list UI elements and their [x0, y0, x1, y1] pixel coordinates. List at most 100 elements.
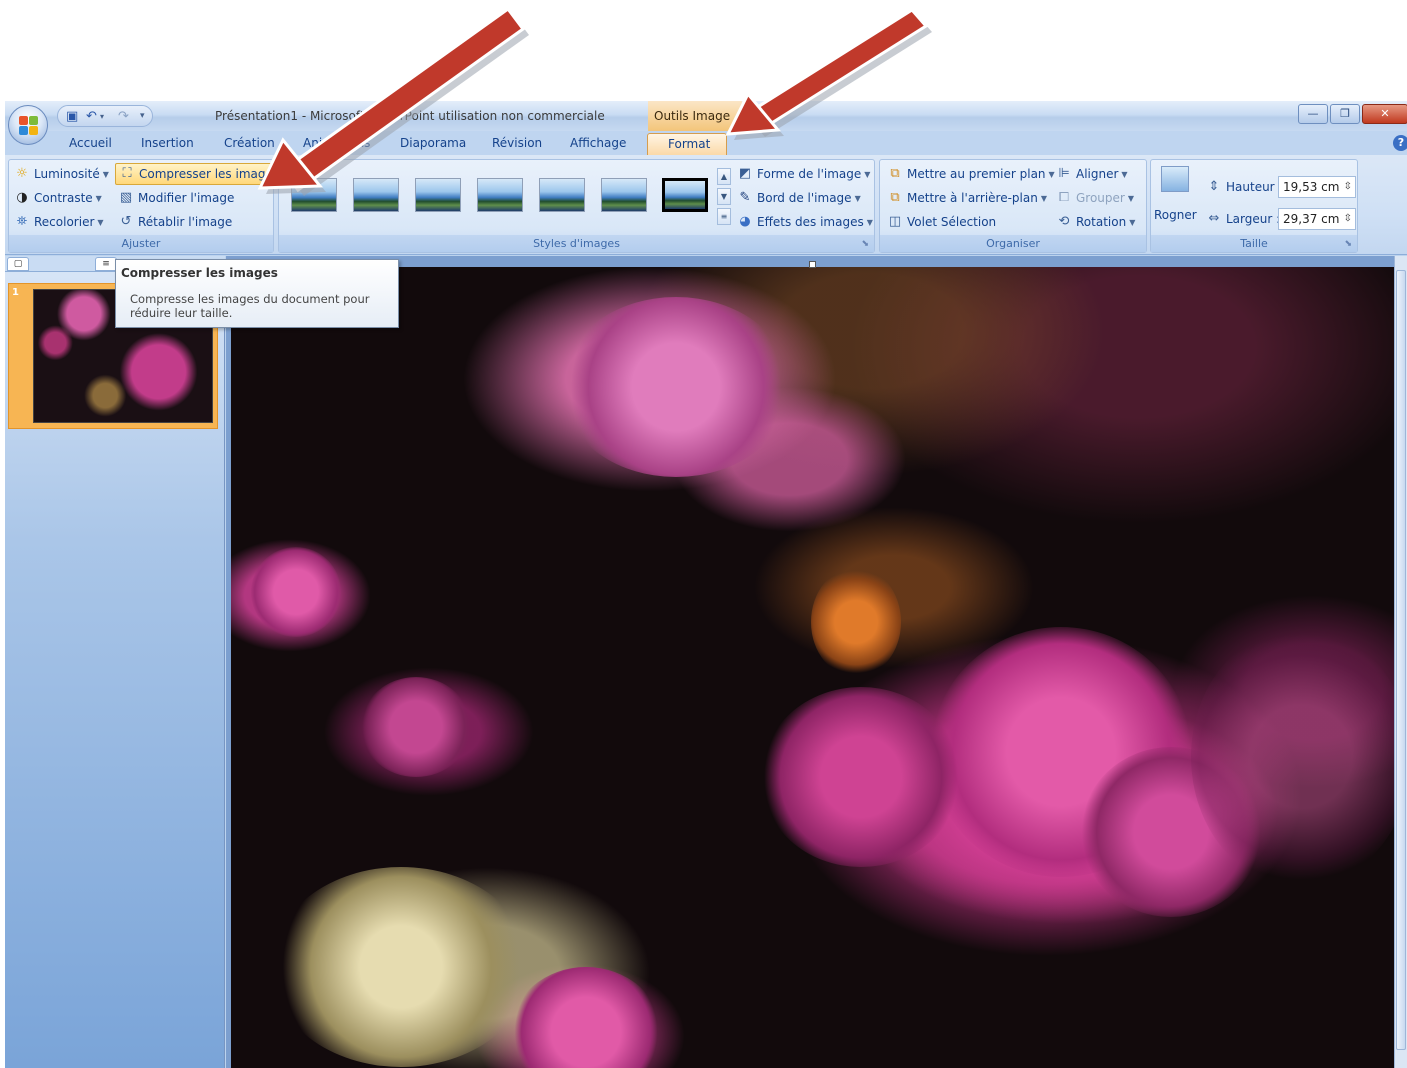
picture-style-1[interactable] [291, 178, 337, 212]
tab-creation[interactable]: Création [224, 136, 275, 150]
contextual-tools-label: Outils Image [654, 109, 731, 123]
largeur-input[interactable]: 29,37 cm ⇳ [1278, 208, 1356, 230]
picture-style-4[interactable] [477, 178, 523, 212]
undo-dropdown-icon[interactable]: ▾ [100, 109, 104, 124]
arriere-plan-button[interactable]: ⧉ Mettre à l'arrière-plan ▼ [887, 187, 1047, 209]
close-button[interactable]: ✕ [1362, 104, 1407, 124]
volet-selection-button[interactable]: ◫ Volet Sélection [887, 211, 996, 233]
ribbon-tabs: Accueil Insertion Création Animations Di… [5, 131, 1407, 155]
grouper-button: ⧠ Grouper ▼ [1056, 187, 1134, 209]
recolorier-button[interactable]: ⛯ Recolorier ▼ [14, 211, 104, 233]
compresser-images-button[interactable]: ⛶ Compresser les images [115, 163, 284, 185]
minimize-button[interactable]: — [1298, 104, 1328, 124]
dropdown-arrow-icon: ▼ [1048, 169, 1055, 179]
compresser-label: Compresser les images [139, 167, 280, 181]
coral-cluster [761, 687, 961, 867]
group-ajuster: ☼ Luminosité ▼ ◑ Contraste ▼ ⛯ Recolorier ▼… [8, 159, 284, 253]
save-icon[interactable]: ▣ [66, 109, 78, 124]
bord-label: Bord de l'image [757, 191, 852, 205]
group-label-ajuster: Ajuster [9, 235, 273, 252]
tab-accueil[interactable]: Accueil [69, 136, 112, 150]
gallery-up-icon[interactable]: ▲ [717, 168, 731, 185]
slides-panel: ▢ ≡ 1 [5, 256, 225, 1068]
undo-icon[interactable]: ↶ [86, 109, 97, 124]
rotation-button[interactable]: ⟲ Rotation ▼ [1056, 211, 1136, 233]
gallery-down-icon[interactable]: ▼ [717, 188, 731, 205]
scrollbar-thumb[interactable] [1396, 270, 1406, 1050]
group-label-taille: Taille [1151, 235, 1357, 252]
redo-icon[interactable]: ↷ [118, 109, 129, 124]
tab-diaporama[interactable]: Diaporama [400, 136, 466, 150]
rotate-icon: ⟲ [1058, 214, 1070, 229]
selection-handle[interactable] [809, 261, 816, 268]
gallery-more-icon[interactable]: ≡ [717, 208, 731, 225]
width-icon: ⇔ [1208, 211, 1220, 226]
coral-cluster [561, 297, 791, 477]
align-icon: ⊫ [1058, 166, 1070, 181]
shape-icon: ◩ [738, 166, 752, 181]
height-icon: ⇕ [1208, 179, 1220, 194]
coral-photo[interactable] [231, 267, 1394, 1068]
tab-format[interactable]: Format [647, 133, 727, 155]
dropdown-arrow-icon: ▼ [1040, 193, 1047, 203]
modifier-image-button[interactable]: ▧ Modifier l'image [118, 187, 235, 209]
aligner-button[interactable]: ⊫ Aligner ▼ [1056, 163, 1127, 185]
rogner-button[interactable]: Rogner [1154, 204, 1197, 226]
picture-style-3[interactable] [415, 178, 461, 212]
customize-qat-icon[interactable]: ▾ [140, 109, 145, 124]
group-icon: ⧠ [1058, 190, 1070, 205]
orange-growth [811, 567, 901, 677]
contrast-icon: ◑ [16, 190, 28, 205]
rock-patch [271, 867, 531, 1067]
picture-style-7[interactable] [662, 178, 708, 212]
change-picture-icon: ▧ [119, 190, 133, 205]
premier-plan-button[interactable]: ⧉ Mettre au premier plan ▼ [887, 163, 1055, 185]
tab-revision[interactable]: Révision [492, 136, 542, 150]
slides-tab-icon[interactable]: ▢ [7, 257, 29, 271]
outline-tab-icon[interactable]: ≡ [95, 257, 117, 271]
maximize-button[interactable]: ❐ [1330, 104, 1360, 124]
effets-images-button[interactable]: ◕ Effets des images ▼ [737, 211, 873, 233]
coral-cluster [251, 547, 341, 637]
premier-plan-label: Mettre au premier plan [907, 167, 1046, 181]
office-button[interactable] [8, 105, 48, 145]
forme-image-button[interactable]: ◩ Forme de l'image ▼ [737, 163, 871, 185]
modifier-label: Modifier l'image [138, 191, 235, 205]
retablir-image-button[interactable]: ↺ Rétablir l'image [118, 211, 233, 233]
luminosite-button[interactable]: ☼ Luminosité ▼ [14, 163, 109, 185]
dropdown-arrow-icon: ▼ [854, 193, 861, 203]
luminosite-label: Luminosité [34, 167, 100, 181]
recolorier-label: Recolorier [34, 215, 95, 229]
spinner-icon[interactable]: ⇳ [1344, 177, 1352, 197]
recolor-icon: ⛯ [16, 214, 28, 229]
coral-cluster [361, 677, 471, 777]
group-styles-images: ▲ ▼ ≡ ◩ Forme de l'image ▼ ✎ Bord de l'im… [278, 159, 875, 253]
picture-style-5[interactable] [539, 178, 585, 212]
dialog-launcher-icon[interactable]: ⬊ [861, 239, 869, 249]
slide-canvas-area [226, 256, 1407, 1068]
spinner-icon[interactable]: ⇳ [1344, 209, 1352, 229]
bord-image-button[interactable]: ✎ Bord de l'image ▼ [737, 187, 861, 209]
powerpoint-window: ▣ ↶ ▾ ↷ ▾ Présentation1 - Microsoft Powe… [5, 101, 1407, 1068]
largeur-value: 29,37 cm [1283, 212, 1340, 226]
effets-label: Effets des images [757, 215, 864, 229]
dropdown-arrow-icon: ▼ [1129, 217, 1136, 227]
slide-number: 1 [12, 287, 19, 298]
coral-cluster [511, 967, 661, 1068]
tab-animations[interactable]: Animations [303, 136, 370, 150]
tab-affichage[interactable]: Affichage [570, 136, 626, 150]
dialog-launcher-icon[interactable]: ⬊ [1344, 239, 1352, 249]
help-icon[interactable]: ? [1393, 135, 1407, 151]
arriere-plan-label: Mettre à l'arrière-plan [907, 191, 1038, 205]
crop-icon[interactable] [1161, 166, 1189, 192]
hauteur-input[interactable]: 19,53 cm ⇳ [1278, 176, 1356, 198]
forme-label: Forme de l'image [757, 167, 862, 181]
vertical-scrollbar[interactable] [1394, 256, 1407, 1068]
tab-format-label: Format [668, 137, 711, 151]
volet-label: Volet Sélection [907, 215, 997, 229]
hauteur-label-group: ⇕ Hauteur : [1206, 176, 1283, 198]
contraste-button[interactable]: ◑ Contraste ▼ [14, 187, 102, 209]
tab-insertion[interactable]: Insertion [141, 136, 194, 150]
picture-style-2[interactable] [353, 178, 399, 212]
picture-style-6[interactable] [601, 178, 647, 212]
